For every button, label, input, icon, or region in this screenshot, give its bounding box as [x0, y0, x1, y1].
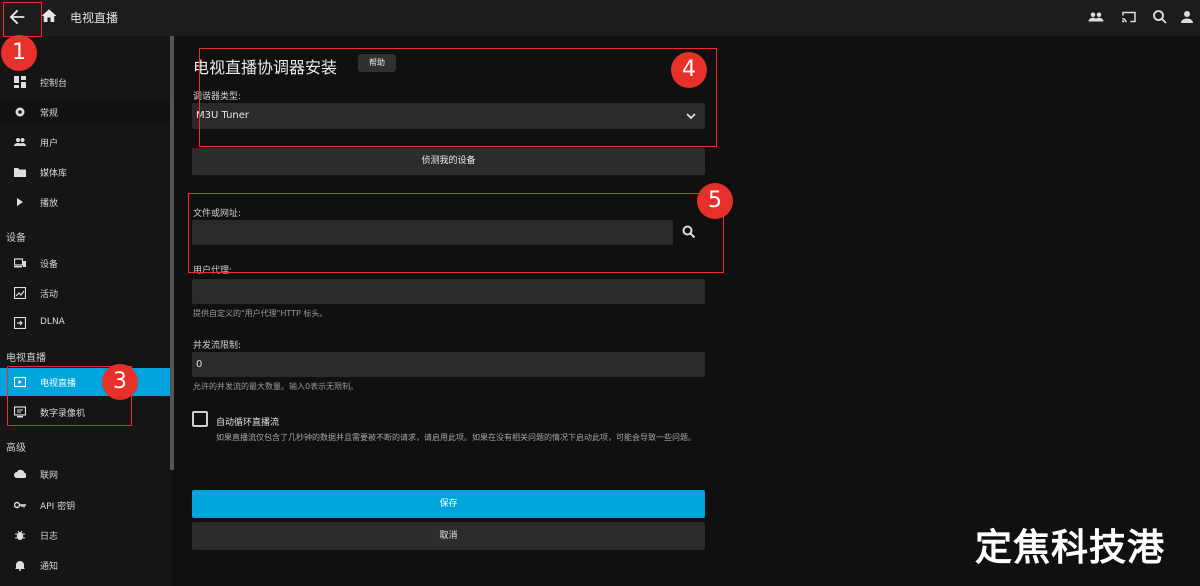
- sidebar-item-label: 播放: [40, 199, 59, 209]
- sidebar-item-library[interactable]: 媒体库: [0, 158, 170, 186]
- gear-icon: [15, 107, 25, 117]
- sidebar-item-dashboard[interactable]: 控制台: [0, 68, 170, 96]
- sidebar-item-label: 通知: [40, 562, 59, 572]
- dlna-icon: [14, 317, 26, 329]
- cancel-button[interactable]: 取消: [192, 522, 705, 550]
- home-icon[interactable]: [40, 7, 58, 25]
- sidebar-scrollbar[interactable]: [170, 36, 174, 470]
- stream-limit-input[interactable]: 0: [192, 352, 705, 377]
- devices-icon: [14, 258, 26, 268]
- sidebar-item-label: DLNA: [40, 317, 65, 327]
- dashboard-icon: [14, 76, 26, 88]
- page-header-title: 电视直播: [70, 11, 119, 25]
- bell-icon: [15, 561, 25, 571]
- annotation-box-4: [199, 48, 717, 147]
- users-icon[interactable]: [1087, 8, 1105, 26]
- activity-icon: [14, 287, 26, 299]
- user-agent-input[interactable]: [192, 279, 705, 304]
- sidebar-item-label: 设备: [40, 260, 59, 270]
- key-icon: [14, 501, 26, 509]
- stream-limit-label: 并发流限制:: [193, 341, 242, 351]
- account-icon[interactable]: [1178, 8, 1196, 26]
- sidebar-item-label: API 密钥: [40, 502, 76, 512]
- sidebar-item-logs[interactable]: 日志: [0, 521, 170, 549]
- sidebar-item-devices[interactable]: 设备: [0, 249, 170, 277]
- sidebar-item-label: 常规: [40, 109, 59, 119]
- sidebar-item-users[interactable]: 用户: [0, 128, 170, 156]
- sidebar-section-advanced: 高级: [6, 443, 26, 454]
- sidebar-item-label: 媒体库: [40, 169, 68, 179]
- annotation-marker-5: 5: [697, 183, 733, 219]
- annotation-marker-3: 3: [102, 364, 138, 400]
- sidebar-item-label: 联网: [40, 471, 59, 481]
- sidebar-item-label: 活动: [40, 290, 59, 300]
- cloud-icon: [14, 469, 26, 479]
- sidebar-item-label: 控制台: [40, 79, 68, 89]
- stream-limit-hint: 允许的并发流的最大数量。输入0表示无限制。: [193, 382, 359, 391]
- annotation-marker-1: 1: [1, 35, 37, 71]
- annotation-box-5: [188, 193, 724, 273]
- users-icon: [14, 138, 26, 146]
- sidebar-item-label: 日志: [40, 532, 59, 542]
- play-icon: [17, 198, 23, 206]
- auto-loop-label: 自动循环直播流: [216, 418, 280, 428]
- sidebar-item-api-keys[interactable]: API 密钥: [0, 491, 170, 519]
- save-button[interactable]: 保存: [192, 490, 705, 518]
- sidebar-item-general[interactable]: 常规: [0, 98, 170, 126]
- sidebar-item-label: 用户: [40, 139, 59, 149]
- sidebar-item-notifications[interactable]: 通知: [0, 551, 170, 579]
- sidebar-item-dlna[interactable]: DLNA: [0, 309, 170, 337]
- sidebar-item-playback[interactable]: 播放: [0, 188, 170, 216]
- sidebar-section-devices: 设备: [6, 233, 26, 244]
- search-icon[interactable]: [1151, 8, 1169, 26]
- top-bar: 电视直播: [0, 0, 1200, 36]
- sidebar-item-networking[interactable]: 联网: [0, 460, 170, 488]
- folder-icon: [14, 168, 26, 177]
- auto-loop-checkbox[interactable]: [192, 411, 208, 427]
- sidebar-section-livetv: 电视直播: [6, 353, 46, 364]
- sidebar-item-activity[interactable]: 活动: [0, 279, 170, 307]
- bug-icon: [15, 530, 25, 540]
- auto-loop-description: 如果直播流仅包含了几秒钟的数据并且需要被不断的请求，请启用此项。如果在没有相关问…: [216, 433, 696, 442]
- watermark-text: 定焦科技港: [975, 526, 1165, 569]
- detect-devices-button[interactable]: 侦测我的设备: [192, 148, 705, 175]
- user-agent-hint: 提供自定义的"用户代理"HTTP 标头。: [193, 309, 328, 318]
- annotation-box-1: [3, 2, 42, 37]
- annotation-marker-4: 4: [671, 52, 707, 88]
- cast-icon[interactable]: [1120, 8, 1138, 26]
